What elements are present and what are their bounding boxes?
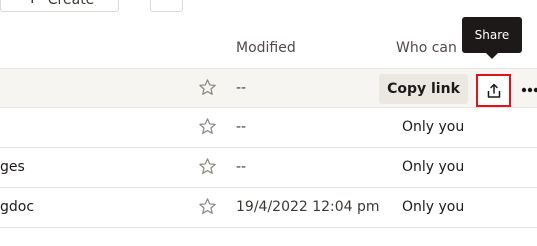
create-button-label: Create <box>47 0 95 8</box>
star-icon[interactable] <box>198 117 217 136</box>
file-name[interactable]: ges <box>0 159 25 175</box>
plus-icon: + <box>25 0 40 8</box>
toolbar-button[interactable] <box>150 0 183 12</box>
star-icon[interactable] <box>198 157 217 176</box>
share-tooltip: Share <box>462 17 522 59</box>
more-horizontal-icon[interactable] <box>521 87 537 93</box>
share-button[interactable] <box>476 74 511 107</box>
create-button[interactable]: + Create <box>0 0 119 12</box>
column-header-who-can-access[interactable]: Who can a <box>396 40 470 56</box>
star-icon[interactable] <box>198 197 217 216</box>
table-row[interactable]: gdoc 19/4/2022 12:04 pm Only you <box>0 188 537 228</box>
share-icon <box>487 83 500 98</box>
table-row[interactable]: ges -- Only you <box>0 148 537 188</box>
table-header: Modified Who can a <box>0 25 537 68</box>
column-header-modified[interactable]: Modified <box>236 40 296 56</box>
file-name[interactable]: gdoc <box>0 199 34 215</box>
table-row[interactable]: -- Copy link <box>0 68 537 108</box>
modified-date: -- <box>236 159 247 175</box>
star-icon[interactable] <box>198 78 217 97</box>
access-level: Only you <box>402 159 465 175</box>
copy-link-button[interactable]: Copy link <box>379 74 468 104</box>
modified-date: -- <box>236 80 247 96</box>
modified-date: -- <box>236 119 247 135</box>
table-row[interactable]: -- Only you <box>0 108 537 148</box>
modified-date: 19/4/2022 12:04 pm <box>236 199 380 215</box>
access-level: Only you <box>402 119 465 135</box>
access-level: Only you <box>402 199 465 215</box>
